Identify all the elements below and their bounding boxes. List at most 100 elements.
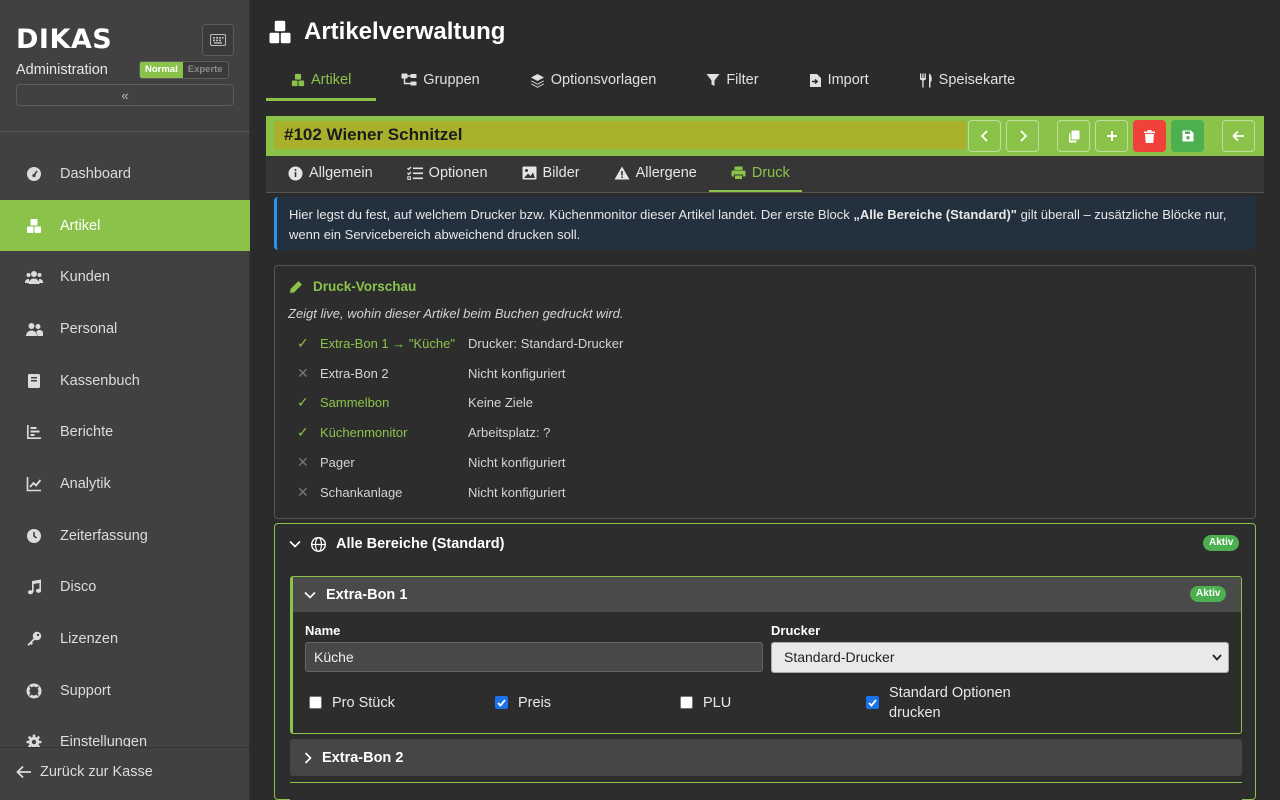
back-to-pos-link[interactable]: Zurück zur Kasse [16, 764, 153, 780]
preview-target-desc: Arbeitsplatz: ? [468, 424, 551, 440]
tab-label: Filter [726, 72, 759, 88]
sidebar-item-berichte[interactable]: Berichte [0, 406, 250, 458]
subtab-label: Optionen [428, 165, 488, 181]
extra-bon-2-header[interactable]: Extra-Bon 2 [290, 739, 1242, 776]
layers-icon [530, 73, 545, 88]
tab-optionsvorlagen[interactable]: Optionsvorlagen [505, 62, 682, 101]
sidebar-item-support[interactable]: Support [0, 665, 250, 717]
bar-chart-icon [25, 423, 43, 441]
arrow-left-icon [16, 765, 32, 779]
checkbox-box[interactable] [866, 696, 879, 709]
save-icon [1182, 130, 1193, 142]
chevron-down-icon [1212, 643, 1222, 672]
cubes-icon [268, 19, 292, 45]
info-text-bold: „Alle Bereiche (Standard)" [853, 207, 1017, 222]
mode-normal-option[interactable]: Normal [140, 62, 183, 78]
printer-select[interactable]: Standard-Drucker [771, 642, 1229, 673]
sidebar-item-label: Support [60, 682, 111, 699]
subtab-allergene[interactable]: Allergene [592, 156, 709, 192]
key-icon [25, 630, 43, 648]
mode-expert-option[interactable]: Experte [182, 62, 228, 78]
delete-article-button[interactable] [1133, 120, 1166, 152]
sidebar-item-label: Artikel [60, 217, 101, 234]
checkbox-box[interactable] [495, 696, 508, 709]
subtab-optionen[interactable]: Optionen [385, 156, 500, 192]
sidebar-item-analytik[interactable]: Analytik [0, 458, 250, 510]
checkbox-label: Pro Stück [332, 695, 395, 711]
sidebar-item-kassenbuch[interactable]: Kassenbuch [0, 355, 250, 407]
printer-select-value: Standard-Drucker [784, 649, 895, 665]
preview-target-desc: Drucker: Standard-Drucker [468, 335, 624, 351]
checkbox-preis[interactable]: Preis [495, 693, 551, 713]
collapse-sidebar-button[interactable]: « [16, 84, 234, 106]
tab-import[interactable]: Import [784, 62, 894, 101]
check-icon: ✓ [297, 393, 309, 410]
filter-icon [706, 73, 720, 87]
sidebar-item-label: Dashboard [60, 165, 131, 182]
previous-article-button[interactable] [968, 120, 1001, 152]
preview-target-name: Extra-Bon 1 → "Küche" [320, 335, 455, 351]
checkmark-icon [497, 698, 506, 707]
info-alert: Hier legst du fest, auf welchem Drucker … [274, 197, 1256, 250]
sidebar-item-lizenzen[interactable]: Lizenzen [0, 613, 250, 665]
subtab-label: Allergene [635, 165, 697, 181]
checkbox-box[interactable] [680, 696, 693, 709]
app-logo: DIKAS [16, 24, 113, 55]
dashboard-icon [25, 165, 43, 183]
mode-toggle[interactable]: Normal Experte [139, 61, 229, 79]
preview-target-name: Sammelbon [320, 394, 390, 410]
tab-artikel[interactable]: Artikel [266, 62, 377, 101]
keyboard-button[interactable] [202, 24, 234, 56]
tab-filter[interactable]: Filter [681, 62, 783, 101]
next-article-button[interactable] [1006, 120, 1039, 152]
next-block-edge [290, 782, 1242, 800]
checkbox-label: Preis [518, 695, 552, 711]
subtab-allgemein[interactable]: Allgemein [266, 156, 385, 192]
sidebar-item-disco[interactable]: Disco [0, 562, 250, 614]
tab-label: Gruppen [423, 72, 480, 88]
preview-target-name: Schankanlage [320, 484, 403, 500]
checkbox-box[interactable] [309, 696, 322, 709]
extra-bon-1-header[interactable]: Extra-Bon 1 Aktiv [293, 577, 1241, 612]
back-to-list-button[interactable] [1222, 120, 1255, 152]
subtab-label: Druck [751, 165, 790, 181]
sidebar-nav: Dashboard Artikel Kunden Personal Kassen… [0, 148, 250, 768]
tab-gruppen[interactable]: Gruppen [376, 62, 504, 101]
sidebar-item-label: Disco [60, 579, 97, 596]
save-article-button[interactable] [1171, 120, 1204, 152]
tab-speisekarte[interactable]: Speisekarte [894, 62, 1041, 101]
lifebuoy-icon [25, 682, 43, 700]
sidebar-item-dashboard[interactable]: Dashboard [0, 148, 250, 200]
print-preview-card: Druck-Vorschau Zeigt live, wohin dieser … [274, 265, 1256, 519]
cross-icon: ✕ [297, 364, 309, 381]
chevron-right-icon [1019, 130, 1027, 142]
page-title: Artikelverwaltung [268, 18, 505, 46]
utensils-icon [919, 73, 933, 88]
clock-icon [25, 527, 43, 545]
name-field[interactable]: Küche [305, 642, 763, 672]
sidebar-item-artikel[interactable]: Artikel [0, 199, 250, 252]
sidebar-item-label: Berichte [60, 424, 114, 441]
checkbox-plu[interactable]: PLU [680, 693, 731, 713]
tab-label: Optionsvorlagen [550, 72, 657, 88]
sidebar: DIKAS Administration Normal Experte « Da… [0, 0, 250, 800]
preview-target-desc: Nicht konfiguriert [468, 484, 566, 500]
users-icon [25, 268, 43, 286]
sidebar-item-kunden[interactable]: Kunden [0, 251, 250, 303]
status-badge: Aktiv [1190, 586, 1227, 602]
region-header[interactable]: Alle Bereiche (Standard) [289, 536, 504, 552]
chevron-down-icon [289, 540, 301, 548]
sidebar-item-zeiterfassung[interactable]: Zeiterfassung [0, 510, 250, 562]
sidebar-item-label: Personal [60, 320, 118, 337]
sidebar-item-personal[interactable]: Personal [0, 303, 250, 355]
subtab-label: Allgemein [309, 165, 373, 181]
copy-icon [1068, 130, 1079, 142]
checkbox-pro-stueck[interactable]: Pro Stück [309, 693, 395, 713]
preview-target-desc: Nicht konfiguriert [468, 365, 566, 381]
subtab-druck[interactable]: Druck [708, 156, 802, 192]
subtab-bilder[interactable]: Bilder [500, 156, 592, 192]
add-article-button[interactable] [1095, 120, 1128, 152]
checkbox-standard-optionen[interactable]: Standard Optionen drucken [866, 683, 1026, 723]
tab-label: Artikel [311, 72, 352, 88]
duplicate-article-button[interactable] [1057, 120, 1090, 152]
